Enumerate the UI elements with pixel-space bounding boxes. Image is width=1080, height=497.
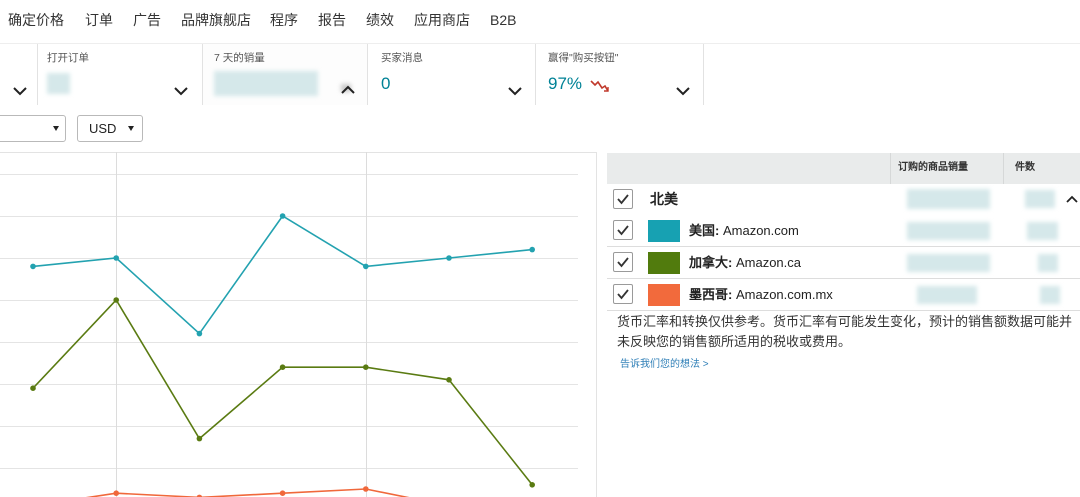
- column-divider: [1003, 153, 1004, 184]
- redacted-value: [47, 73, 70, 94]
- date-range-select[interactable]: [0, 115, 66, 142]
- chevron-down-icon[interactable]: [508, 87, 522, 96]
- currency-value: USD: [89, 121, 117, 136]
- country-name: 美国:: [689, 223, 720, 238]
- region-checkbox[interactable]: [613, 189, 633, 209]
- feedback-link[interactable]: 告诉我们您的想法 >: [620, 359, 709, 371]
- nav-item-b2b[interactable]: B2B: [490, 11, 516, 29]
- redacted-value: [907, 189, 990, 209]
- data-point: [113, 297, 119, 303]
- country-name: 加拿大:: [689, 255, 733, 270]
- marketplace-checkbox[interactable]: [613, 220, 633, 240]
- metric-label: 赢得"购买按钮": [548, 52, 619, 64]
- redacted-value: [907, 222, 990, 240]
- nav-item-appstore[interactable]: 应用商店: [414, 11, 470, 29]
- data-point: [113, 490, 119, 497]
- chevron-down-icon[interactable]: [174, 87, 188, 96]
- currency-select[interactable]: USD: [77, 115, 143, 142]
- data-point: [279, 213, 286, 219]
- site-name: Amazon.com: [722, 223, 799, 238]
- chevron-up-icon[interactable]: [1066, 195, 1078, 203]
- data-point: [279, 490, 286, 497]
- data-point: [30, 263, 36, 270]
- color-swatch: [648, 252, 680, 274]
- data-point: [113, 255, 119, 261]
- checkmark-icon: [617, 194, 629, 205]
- metric-card-buy-box[interactable]: 赢得"购买按钮" 97%: [536, 44, 704, 105]
- sales-chart: [0, 152, 597, 497]
- header-units: 件数: [1015, 162, 1035, 173]
- top-nav: 确定价格 订单 广告 品牌旗舰店 程序 报告 绩效 应用商店 B2B: [0, 0, 1080, 42]
- metric-card-sales-7d[interactable]: 7 天的销量: [203, 44, 368, 105]
- metric-label: 打开订单: [47, 52, 89, 64]
- table-row: 墨西哥: Amazon.com.mx: [607, 279, 1080, 311]
- country-name: 墨西哥:: [689, 287, 733, 302]
- data-point: [363, 486, 369, 492]
- redacted-value: [907, 254, 990, 272]
- table-row: 加拿大: Amazon.ca: [607, 247, 1080, 279]
- trend-down-icon: [590, 80, 609, 92]
- chevron-up-icon[interactable]: [341, 85, 355, 94]
- table-header: 订购的商品销量 件数: [607, 153, 1080, 184]
- nav-item-stores[interactable]: 品牌旗舰店: [181, 11, 251, 29]
- data-point: [363, 263, 369, 270]
- metric-label: 7 天的销量: [214, 52, 265, 64]
- data-point: [363, 364, 369, 370]
- chevron-down-icon[interactable]: [13, 87, 27, 96]
- checkmark-icon: [617, 225, 629, 236]
- redacted-value: [1038, 254, 1058, 272]
- header-ordered-sales: 订购的商品销量: [898, 162, 968, 173]
- metric-value: 97%: [548, 74, 583, 93]
- marketplace-label: 墨西哥: Amazon.com.mx: [689, 287, 833, 303]
- marketplace-label: 美国: Amazon.com: [689, 223, 799, 239]
- site-name: Amazon.ca: [735, 255, 802, 270]
- table-row-region: 北美: [607, 184, 1080, 216]
- site-name: Amazon.com.mx: [735, 287, 833, 302]
- redacted-value: [1040, 286, 1060, 304]
- data-point: [446, 255, 452, 261]
- caret-down-icon: [128, 126, 134, 131]
- data-point: [30, 385, 36, 391]
- marketplace-checkbox[interactable]: [613, 284, 633, 304]
- metric-card-open-orders[interactable]: 打开订单: [38, 44, 203, 105]
- nav-item-orders[interactable]: 订单: [85, 11, 113, 29]
- data-point: [446, 377, 452, 383]
- line-chart: [0, 152, 597, 497]
- data-point: [196, 330, 203, 337]
- marketplace-table: 订购的商品销量 件数 北美 美国: Amazon.com 加拿大: Amazon…: [607, 153, 1080, 311]
- nav-item-advertising[interactable]: 广告: [133, 11, 161, 29]
- column-divider: [890, 153, 891, 184]
- metric-value: 0: [381, 74, 391, 93]
- chevron-down-icon[interactable]: [676, 87, 690, 96]
- redacted-value: [214, 71, 318, 96]
- data-point: [529, 482, 535, 488]
- table-row: 美国: Amazon.com: [607, 215, 1080, 247]
- nav-item-reports[interactable]: 报告: [318, 11, 346, 29]
- data-point: [279, 364, 286, 370]
- redacted-value: [917, 286, 977, 304]
- data-point: [196, 435, 203, 442]
- marketplace-label: 加拿大: Amazon.ca: [689, 255, 801, 271]
- color-swatch: [648, 284, 680, 306]
- redacted-value: [1025, 190, 1055, 208]
- currency-disclaimer: 货币汇率和转换仅供参考。货币汇率有可能发生变化，预计的销售额数据可能并未反映您的…: [617, 314, 1073, 349]
- checkmark-icon: [617, 257, 629, 268]
- metric-card-partial[interactable]: [0, 44, 38, 105]
- color-swatch: [648, 220, 680, 242]
- checkmark-icon: [617, 289, 629, 300]
- series-line-1: [32, 214, 533, 335]
- redacted-value: [1027, 222, 1058, 240]
- nav-item-programs[interactable]: 程序: [270, 11, 298, 29]
- marketplace-checkbox[interactable]: [613, 252, 633, 272]
- caret-down-icon: [53, 126, 59, 131]
- metric-cards: 打开订单 7 天的销量 买家消息 0 赢得"购买按钮" 97%: [0, 43, 1080, 105]
- nav-item-pricing[interactable]: 确定价格: [8, 11, 64, 29]
- metric-label: 买家消息: [381, 52, 423, 64]
- region-label: 北美: [650, 191, 678, 207]
- metric-card-buyer-messages[interactable]: 买家消息 0: [368, 44, 536, 105]
- series-line-2: [32, 298, 533, 486]
- nav-item-performance[interactable]: 绩效: [366, 11, 394, 29]
- data-point: [529, 246, 535, 253]
